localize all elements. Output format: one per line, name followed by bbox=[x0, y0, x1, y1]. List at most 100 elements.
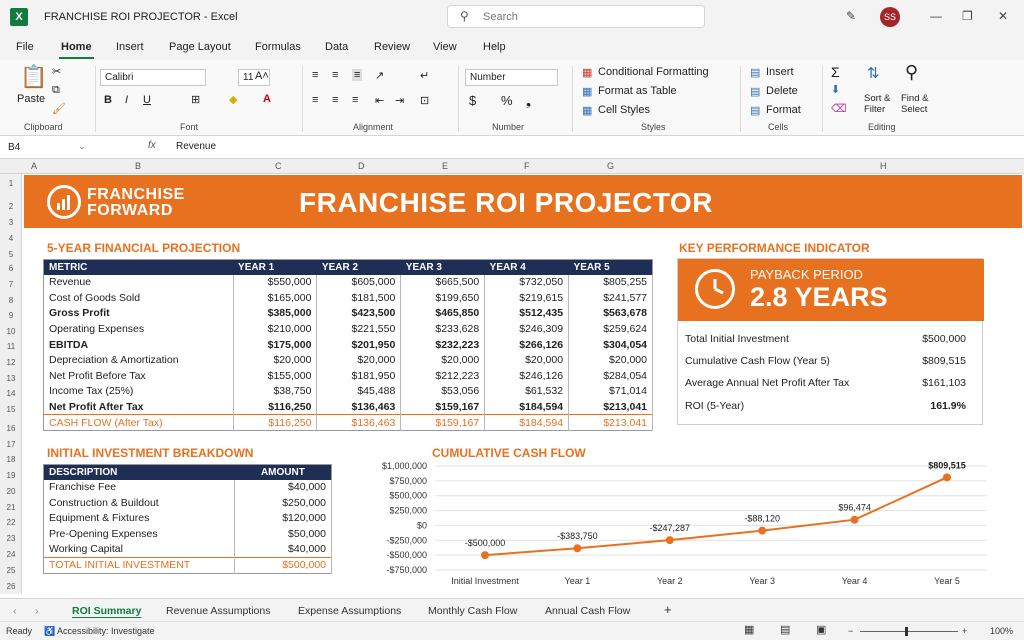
delete-cells-button[interactable]: Delete bbox=[766, 85, 798, 97]
accessibility-status[interactable]: Accessibility: Investigate bbox=[57, 626, 155, 636]
table-cell-value[interactable]: $563,678 bbox=[568, 305, 653, 322]
sheet-tab-roi-summary[interactable]: ROI Summary bbox=[72, 605, 141, 617]
align-left-icon[interactable]: ≡ bbox=[312, 94, 318, 106]
row-header[interactable]: 26 bbox=[0, 582, 22, 591]
row-header[interactable]: 17 bbox=[0, 440, 22, 449]
table-cell-value[interactable]: $136,463 bbox=[316, 414, 402, 431]
wrap-text-icon[interactable]: ↵ bbox=[420, 69, 429, 82]
table-cell-value[interactable]: $423,500 bbox=[316, 305, 402, 322]
column-header-a[interactable]: A bbox=[31, 161, 37, 171]
table-cell-value[interactable]: $732,050 bbox=[484, 274, 570, 291]
bold-button[interactable]: B bbox=[104, 94, 112, 106]
zoom-in-icon[interactable]: + bbox=[962, 626, 967, 636]
table-cell-value[interactable]: $465,850 bbox=[400, 305, 486, 322]
row-header[interactable]: 4 bbox=[0, 234, 22, 243]
table-cell-value[interactable]: $20,000 bbox=[233, 352, 318, 369]
table-cell-value[interactable]: $159,167 bbox=[400, 414, 486, 431]
row-header[interactable]: 8 bbox=[0, 296, 22, 305]
paste-icon[interactable]: 📋 bbox=[20, 64, 47, 90]
column-header-e[interactable]: E bbox=[442, 161, 448, 171]
table-cell-value[interactable]: $210,000 bbox=[233, 321, 318, 337]
column-header-g[interactable]: G bbox=[607, 161, 614, 171]
cut-icon[interactable]: ✂ bbox=[52, 65, 61, 78]
formula-input[interactable]: Revenue bbox=[176, 141, 216, 152]
tab-home[interactable]: Home bbox=[59, 41, 94, 59]
row-header[interactable]: 22 bbox=[0, 518, 22, 527]
row-header[interactable]: 5 bbox=[0, 250, 22, 259]
sheet-tab-monthly-cash-flow[interactable]: Monthly Cash Flow bbox=[428, 605, 517, 617]
table-cell-value[interactable]: $71,014 bbox=[568, 383, 653, 400]
table-cell-value[interactable]: $20,000 bbox=[316, 352, 402, 369]
table-cell-value[interactable]: $199,650 bbox=[400, 290, 486, 306]
row-header[interactable]: 6 bbox=[0, 264, 22, 273]
insert-cells-button[interactable]: Insert bbox=[766, 66, 794, 78]
table-cell-value[interactable]: $45,488 bbox=[316, 383, 402, 400]
column-header-d[interactable]: D bbox=[358, 161, 365, 171]
find-select-button-line2[interactable]: Select bbox=[901, 104, 927, 115]
grow-font-icon[interactable]: A˄ bbox=[255, 70, 269, 82]
row-header[interactable]: 24 bbox=[0, 550, 22, 559]
table-cell-value[interactable]: $266,126 bbox=[484, 336, 570, 353]
fill-color-icon[interactable]: ◆ bbox=[229, 93, 237, 106]
table-cell-value[interactable]: $213,041 bbox=[568, 399, 653, 415]
table-cell-value[interactable]: $605,000 bbox=[316, 274, 402, 291]
align-top-icon[interactable]: ≡ bbox=[312, 69, 318, 81]
search-box[interactable]: ⚲ Search bbox=[447, 5, 705, 28]
table-cell-value[interactable]: $213,041 bbox=[568, 414, 653, 431]
sheet-tab-expense-assumptions[interactable]: Expense Assumptions bbox=[298, 605, 401, 617]
table-cell-amount[interactable]: $50,000 bbox=[234, 526, 332, 542]
name-box-dropdown-icon[interactable]: ⌄ bbox=[78, 141, 86, 152]
sheet-tab-revenue-assumptions[interactable]: Revenue Assumptions bbox=[166, 605, 270, 617]
row-header[interactable]: 7 bbox=[0, 280, 22, 289]
column-header-f[interactable]: F bbox=[524, 161, 530, 171]
row-header[interactable]: 20 bbox=[0, 487, 22, 496]
row-header[interactable]: 14 bbox=[0, 389, 22, 398]
row-header[interactable]: 25 bbox=[0, 566, 22, 575]
table-cell-value[interactable]: $805,255 bbox=[568, 274, 653, 291]
row-header[interactable]: 15 bbox=[0, 405, 22, 414]
column-header-b[interactable]: B bbox=[135, 161, 141, 171]
table-cell-amount[interactable]: $250,000 bbox=[234, 495, 332, 511]
restore-icon[interactable]: ❐ bbox=[962, 9, 973, 23]
font-color-icon[interactable]: A bbox=[263, 93, 271, 105]
table-cell-value[interactable]: $38,750 bbox=[233, 383, 318, 400]
comma-icon[interactable]: ❟ bbox=[526, 93, 531, 109]
table-cell-value[interactable]: $219,615 bbox=[484, 290, 570, 306]
tab-review[interactable]: Review bbox=[374, 41, 410, 53]
row-header[interactable]: 3 bbox=[0, 218, 22, 227]
normal-view-icon[interactable]: ▦ bbox=[744, 623, 754, 636]
row-header[interactable]: 19 bbox=[0, 471, 22, 480]
data-point[interactable] bbox=[850, 515, 859, 524]
tab-view[interactable]: View bbox=[433, 41, 457, 53]
table-cell-value[interactable]: $246,309 bbox=[484, 321, 570, 337]
table-cell-amount[interactable]: $40,000 bbox=[234, 541, 332, 558]
autosum-icon[interactable]: Σ bbox=[831, 64, 840, 80]
zoom-out-icon[interactable]: − bbox=[848, 626, 853, 636]
column-header-h[interactable]: H bbox=[880, 161, 887, 171]
data-point[interactable] bbox=[943, 473, 951, 482]
data-point[interactable] bbox=[481, 551, 489, 560]
table-cell-value[interactable]: $175,000 bbox=[233, 336, 318, 353]
align-center-icon[interactable]: ≡ bbox=[332, 94, 338, 106]
table-cell-value[interactable]: $221,550 bbox=[316, 321, 402, 337]
copy-icon[interactable]: ⧉ bbox=[52, 84, 60, 97]
percent-icon[interactable]: % bbox=[501, 93, 513, 108]
align-middle-icon[interactable]: ≡ bbox=[332, 69, 338, 81]
page-layout-view-icon[interactable]: ▤ bbox=[780, 623, 790, 636]
table-cell-value[interactable]: $136,463 bbox=[316, 399, 402, 415]
table-cell-value[interactable]: $385,000 bbox=[233, 305, 318, 322]
table-cell-description[interactable]: Pre-Opening Expenses bbox=[43, 526, 236, 542]
table-cell-value[interactable]: $246,126 bbox=[484, 368, 570, 384]
sort-filter-button-line2[interactable]: Filter bbox=[864, 104, 885, 115]
row-header[interactable]: 11 bbox=[0, 342, 22, 351]
zoom-slider-thumb[interactable] bbox=[905, 627, 908, 636]
data-point[interactable] bbox=[758, 526, 767, 535]
italic-button[interactable]: I bbox=[125, 94, 128, 106]
table-cell-value[interactable]: $159,167 bbox=[400, 399, 486, 415]
table-cell-value[interactable]: $241,577 bbox=[568, 290, 653, 306]
sheet-tab-annual-cash-flow[interactable]: Annual Cash Flow bbox=[545, 605, 630, 617]
row-header[interactable]: 23 bbox=[0, 534, 22, 543]
table-cell-metric[interactable]: Operating Expenses bbox=[43, 321, 234, 337]
table-cell-amount[interactable]: $40,000 bbox=[234, 479, 332, 496]
align-right-icon[interactable]: ≡ bbox=[352, 94, 358, 106]
